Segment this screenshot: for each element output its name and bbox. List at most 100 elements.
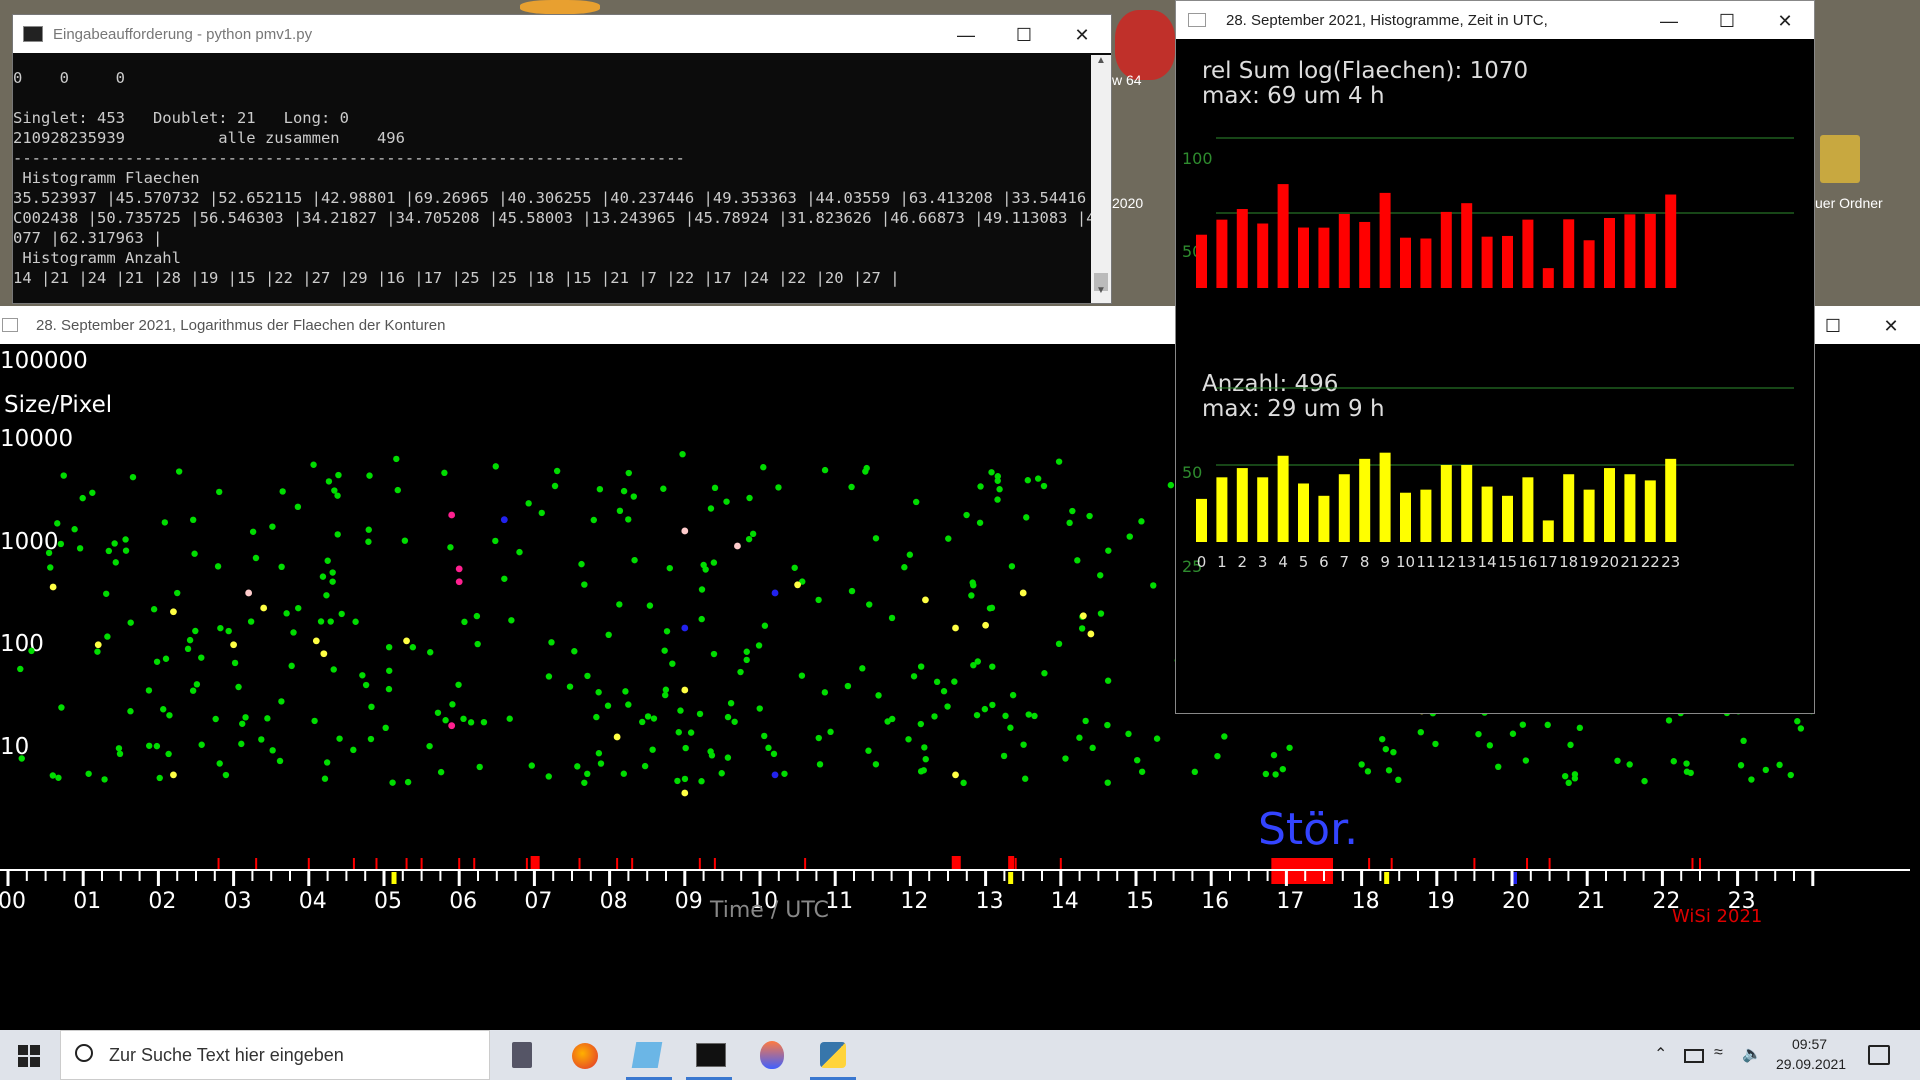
data-point: [174, 589, 181, 597]
data-point: [1641, 777, 1648, 785]
data-point: [727, 699, 735, 707]
maximize-button[interactable]: ☐: [995, 15, 1053, 55]
python-icon[interactable]: [820, 1042, 846, 1068]
data-point: [325, 478, 333, 485]
firefox-icon[interactable]: [572, 1043, 598, 1069]
histogram-window[interactable]: 28. September 2021, Histogramme, Zeit in…: [1175, 0, 1815, 714]
count-bar: [1379, 452, 1391, 542]
hour-label: 21: [1620, 553, 1639, 571]
chevron-up-icon[interactable]: ⌃: [1654, 1044, 1667, 1064]
highlighted-point: [681, 527, 689, 535]
data-point: [597, 760, 605, 767]
close-button[interactable]: ✕: [1053, 15, 1111, 55]
data-point: [191, 550, 198, 557]
data-point: [553, 467, 561, 475]
y-tick-label: 10: [0, 734, 29, 760]
data-point: [1565, 779, 1572, 787]
count-bar: [1522, 477, 1534, 542]
highlighted-point: [734, 542, 741, 550]
scroll-up-arrow[interactable]: ▲: [1091, 55, 1111, 73]
clock-time[interactable]: 09:57: [1792, 1036, 1827, 1052]
data-point: [1009, 691, 1017, 699]
data-point: [47, 564, 54, 571]
data-point: [401, 537, 409, 544]
data-point: [330, 666, 337, 673]
data-point: [1495, 763, 1502, 771]
data-point: [1023, 514, 1030, 521]
battery-icon[interactable]: [1684, 1049, 1704, 1063]
highlighted-point: [1079, 612, 1087, 620]
data-point: [501, 575, 508, 582]
vertical-scrollbar[interactable]: ▲ ▼: [1091, 55, 1111, 303]
desktop-icon-label[interactable]: 2020: [1112, 195, 1143, 211]
data-point: [329, 578, 336, 585]
data-point: [584, 770, 591, 778]
highlighted-point: [403, 637, 410, 645]
data-point: [663, 628, 671, 635]
data-point: [279, 488, 286, 495]
data-point: [317, 618, 325, 625]
time-label: 16: [1201, 889, 1229, 914]
scroll-down-arrow[interactable]: ▼: [1091, 285, 1111, 303]
data-point: [116, 750, 124, 758]
data-point: [1787, 771, 1794, 779]
windows-start-icon[interactable]: [18, 1045, 40, 1067]
data-point: [1021, 775, 1029, 782]
desktop-icon-label[interactable]: w 64: [1112, 72, 1142, 88]
data-point: [625, 701, 632, 708]
data-point: [1614, 757, 1621, 764]
data-point: [1078, 625, 1086, 632]
minimize-button[interactable]: —: [937, 15, 995, 55]
command-prompt-window[interactable]: Eingabeaufforderung - python pmv1.py — ☐…: [12, 14, 1112, 304]
data-point: [963, 511, 970, 519]
data-point: [791, 564, 798, 571]
data-point: [186, 636, 194, 644]
data-point: [639, 718, 646, 726]
data-point: [434, 709, 442, 716]
hour-label: 11: [1416, 553, 1435, 571]
area-bar: [1257, 223, 1269, 288]
paint-app-icon[interactable]: [760, 1041, 784, 1069]
search-box[interactable]: Zur Suche Text hier eingeben: [60, 1030, 490, 1080]
data-point: [192, 627, 199, 635]
data-point: [884, 718, 891, 725]
notification-icon[interactable]: [1868, 1045, 1890, 1065]
data-point: [625, 469, 632, 477]
data-point: [394, 486, 401, 494]
area-bar: [1461, 203, 1473, 288]
data-point: [687, 729, 695, 736]
file-app-icon[interactable]: [631, 1042, 663, 1068]
console-output[interactable]: 0 0 0 Singlet: 453 Doublet: 21 Long: 0 2…: [13, 55, 1093, 303]
desktop-background-blob: [1115, 10, 1175, 80]
time-label: 05: [374, 889, 402, 914]
data-point: [145, 742, 153, 749]
clock-date[interactable]: 29.09.2021: [1776, 1056, 1846, 1072]
count-bar: [1277, 455, 1289, 542]
data-point: [682, 744, 689, 752]
close-button[interactable]: ✕: [1862, 306, 1920, 346]
desktop-icon-label[interactable]: uer Ordner: [1815, 195, 1883, 211]
data-point: [711, 484, 719, 492]
data-point: [1025, 711, 1032, 718]
folder-icon[interactable]: [1820, 135, 1860, 183]
data-point: [940, 688, 948, 695]
title-bar[interactable]: Eingabeaufforderung - python pmv1.py — ☐…: [13, 15, 1111, 53]
count-max: max: 29 um 9 h: [1202, 396, 1385, 422]
count-bar: [1440, 465, 1452, 542]
data-point: [45, 549, 53, 557]
close-button[interactable]: ✕: [1756, 1, 1814, 41]
command-prompt-taskbar-icon[interactable]: [696, 1043, 726, 1067]
title-bar[interactable]: 28. September 2021, Histogramme, Zeit in…: [1176, 1, 1814, 39]
maximize-button[interactable]: ☐: [1698, 1, 1756, 41]
minimize-button[interactable]: —: [1640, 1, 1698, 41]
volume-icon[interactable]: 🔈: [1742, 1044, 1762, 1064]
data-point: [101, 776, 108, 783]
time-label: 00: [0, 889, 26, 914]
app-icon: [1188, 13, 1206, 27]
data-point: [888, 614, 896, 622]
data-point: [324, 557, 331, 564]
wifi-icon[interactable]: ≈: [1714, 1044, 1723, 1062]
data-point: [760, 464, 767, 471]
calculator-icon[interactable]: [512, 1042, 532, 1068]
data-point: [160, 706, 167, 713]
